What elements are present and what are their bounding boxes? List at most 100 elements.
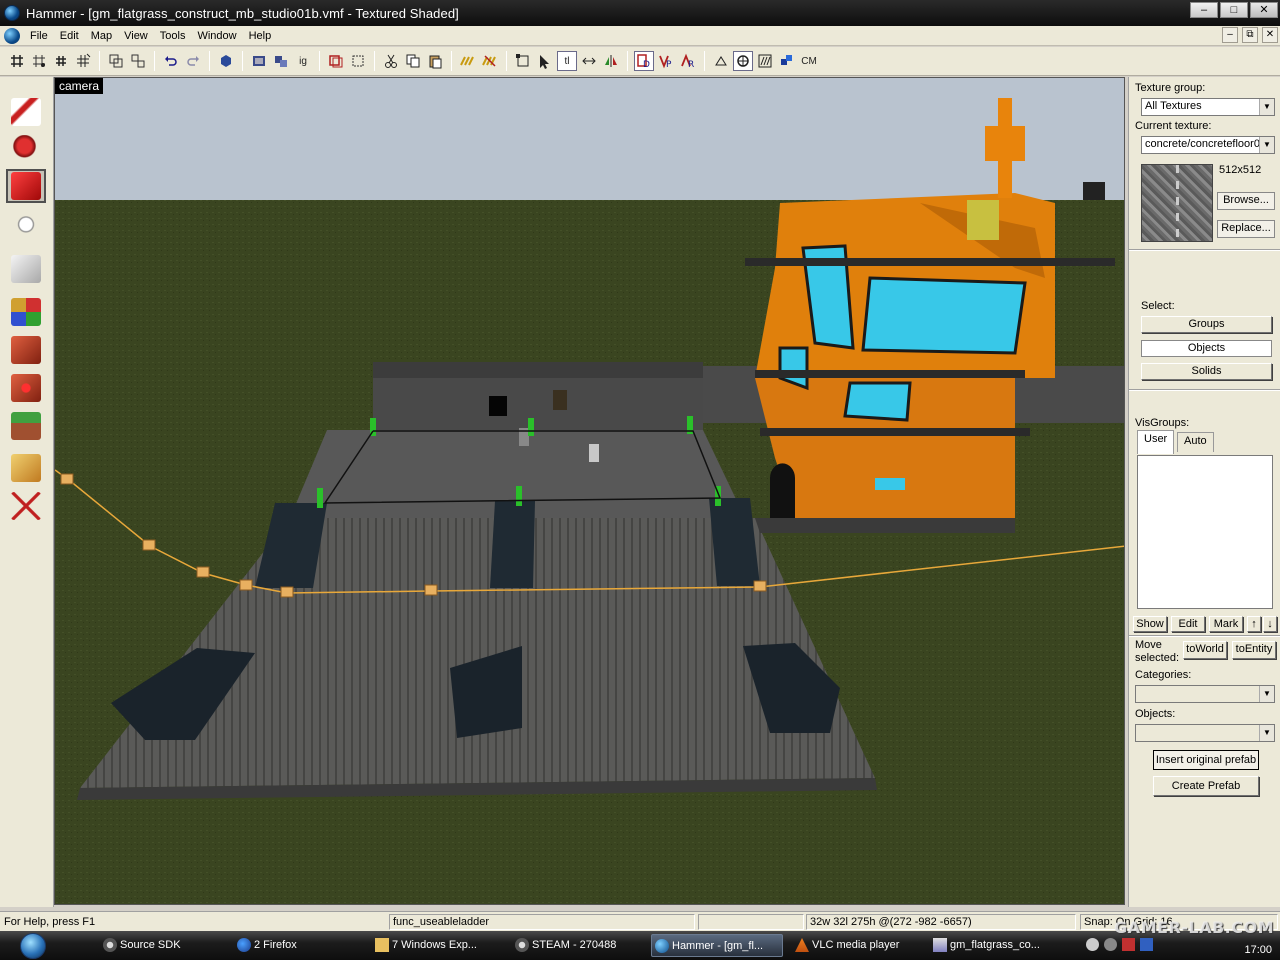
task-windows-explorer[interactable]: 7 Windows Exp... — [372, 934, 504, 957]
doc-minimize-button[interactable]: – — [1222, 27, 1238, 43]
vertex-manip-icon[interactable] — [513, 51, 533, 71]
menu-window[interactable]: Window — [191, 27, 242, 45]
replace-button[interactable]: Replace... — [1217, 220, 1275, 238]
tray-antivirus-icon[interactable] — [1122, 938, 1135, 951]
selection-tool-icon[interactable] — [6, 95, 46, 129]
insert-prefab-button[interactable]: Insert original prefab — [1153, 750, 1259, 770]
to-entity-button[interactable]: toEntity — [1232, 641, 1276, 659]
select-groups-button[interactable]: Groups — [1141, 316, 1272, 333]
toolbar-tl-button[interactable]: tl — [557, 51, 577, 71]
task-steam[interactable]: STEAM - 270488 — [512, 934, 644, 957]
tab-auto[interactable]: Auto — [1177, 432, 1214, 452]
categories-select[interactable]: ▼ — [1135, 685, 1275, 703]
grid-larger-icon[interactable] — [73, 51, 93, 71]
cordon-icon[interactable] — [326, 51, 346, 71]
wireframe-icon[interactable] — [711, 51, 731, 71]
task-vlc[interactable]: VLC media player — [792, 934, 924, 957]
toggle-helpers-icon[interactable] — [458, 51, 478, 71]
tray-steam-icon[interactable] — [1104, 938, 1117, 951]
maximize-button[interactable]: □ — [1220, 2, 1248, 18]
texture-app-tool-icon[interactable] — [6, 295, 46, 329]
visgroup-mark-button[interactable]: Mark — [1209, 616, 1243, 632]
cordon-edit-icon[interactable] — [348, 51, 368, 71]
chevron-down-icon[interactable]: ▼ — [1259, 99, 1274, 115]
decal-tool-icon[interactable] — [6, 371, 46, 405]
ungroup-icon[interactable] — [128, 51, 148, 71]
toolbar-ig-button[interactable]: ig — [293, 51, 313, 71]
cut-icon[interactable] — [381, 51, 401, 71]
flip-icon[interactable] — [601, 51, 621, 71]
menu-file[interactable]: File — [24, 27, 54, 45]
doc-restore-button[interactable]: ⧉ — [1242, 27, 1258, 43]
overlay-tool-icon[interactable] — [6, 409, 46, 443]
arrow-down-icon[interactable]: ↓ — [1263, 616, 1277, 632]
chevron-down-icon[interactable]: ▼ — [1259, 686, 1274, 702]
menu-view[interactable]: View — [118, 27, 154, 45]
carve-icon[interactable] — [216, 51, 236, 71]
task-hammer[interactable]: Hammer - [gm_fl... — [651, 934, 783, 957]
view-2d-xy-icon[interactable]: D — [634, 51, 654, 71]
browse-button[interactable]: Browse... — [1217, 192, 1275, 210]
vlc-icon — [795, 938, 809, 952]
menu-edit[interactable]: Edit — [54, 27, 85, 45]
start-button[interactable] — [20, 933, 46, 959]
smoothing-icon[interactable] — [733, 51, 753, 71]
create-prefab-button[interactable]: Create Prefab — [1153, 776, 1259, 796]
view-2d-yz-icon[interactable]: P — [656, 51, 676, 71]
task-map-file[interactable]: gm_flatgrass_co... — [930, 934, 1062, 957]
menu-tools[interactable]: Tools — [154, 27, 192, 45]
vertex-tool-icon[interactable] — [6, 489, 46, 523]
grid-smaller-icon[interactable] — [51, 51, 71, 71]
texture-group-select[interactable]: All Textures ▼ — [1141, 98, 1275, 116]
copy-icon[interactable] — [403, 51, 423, 71]
to-world-button[interactable]: toWorld — [1183, 641, 1227, 659]
textured-icon[interactable] — [755, 51, 775, 71]
scene-render[interactable] — [55, 78, 1125, 905]
chevron-down-icon[interactable]: ▼ — [1259, 137, 1274, 153]
select-objects-button[interactable]: Objects — [1141, 340, 1272, 357]
redo-icon[interactable] — [183, 51, 203, 71]
document-icon[interactable] — [4, 27, 20, 44]
steam-icon — [103, 938, 117, 952]
lighting-preview-icon[interactable] — [777, 51, 797, 71]
chevron-down-icon[interactable]: ▼ — [1259, 725, 1274, 741]
grid-3d-icon[interactable] — [29, 51, 49, 71]
doc-close-button[interactable]: ✕ — [1262, 27, 1278, 43]
undo-icon[interactable] — [161, 51, 181, 71]
tray-volume-icon[interactable] — [1086, 938, 1099, 951]
tab-user[interactable]: User — [1137, 430, 1175, 454]
magnify-tool-icon[interactable] — [6, 132, 46, 166]
close-button[interactable]: ✕ — [1250, 2, 1278, 18]
apply-texture-tool-icon[interactable] — [6, 333, 46, 367]
minimize-button[interactable]: – — [1190, 2, 1218, 18]
toggle-models-icon[interactable] — [480, 51, 500, 71]
visgroup-edit-button[interactable]: Edit — [1171, 616, 1205, 632]
menu-map[interactable]: Map — [85, 27, 118, 45]
arrow-up-icon[interactable]: ↑ — [1247, 616, 1261, 632]
clipping-tool-icon[interactable] — [6, 451, 46, 485]
texture-lock-icon[interactable] — [579, 51, 599, 71]
objects-select[interactable]: ▼ — [1135, 724, 1275, 742]
clock[interactable]: 17:00 — [1244, 944, 1272, 956]
task-source-sdk[interactable]: Source SDK — [100, 934, 230, 957]
view-2d-xz-icon[interactable]: R — [678, 51, 698, 71]
current-texture-select[interactable]: concrete/concretefloor0 ▼ — [1141, 136, 1275, 154]
visgroup-show-button[interactable]: Show — [1133, 616, 1167, 632]
entity-tool-icon[interactable] — [6, 213, 46, 247]
grid-toggle-icon[interactable] — [7, 51, 27, 71]
hide-selected-icon[interactable] — [249, 51, 269, 71]
block-tool-icon[interactable] — [6, 252, 46, 286]
menu-help[interactable]: Help — [243, 27, 278, 45]
paste-icon[interactable] — [425, 51, 445, 71]
visgroup-list[interactable] — [1137, 455, 1273, 609]
group-icon[interactable] — [106, 51, 126, 71]
camera-viewport[interactable]: camera — [54, 77, 1125, 905]
select-solids-button[interactable]: Solids — [1141, 363, 1272, 380]
toolbar-cm-button[interactable]: CM — [799, 51, 819, 71]
select-cursor-icon[interactable] — [535, 51, 555, 71]
hide-unselected-icon[interactable] — [271, 51, 291, 71]
tray-network-icon[interactable] — [1140, 938, 1153, 951]
camera-tool-icon[interactable] — [6, 169, 46, 203]
hammer-app-icon[interactable] — [4, 5, 20, 21]
task-firefox[interactable]: 2 Firefox — [234, 934, 364, 957]
